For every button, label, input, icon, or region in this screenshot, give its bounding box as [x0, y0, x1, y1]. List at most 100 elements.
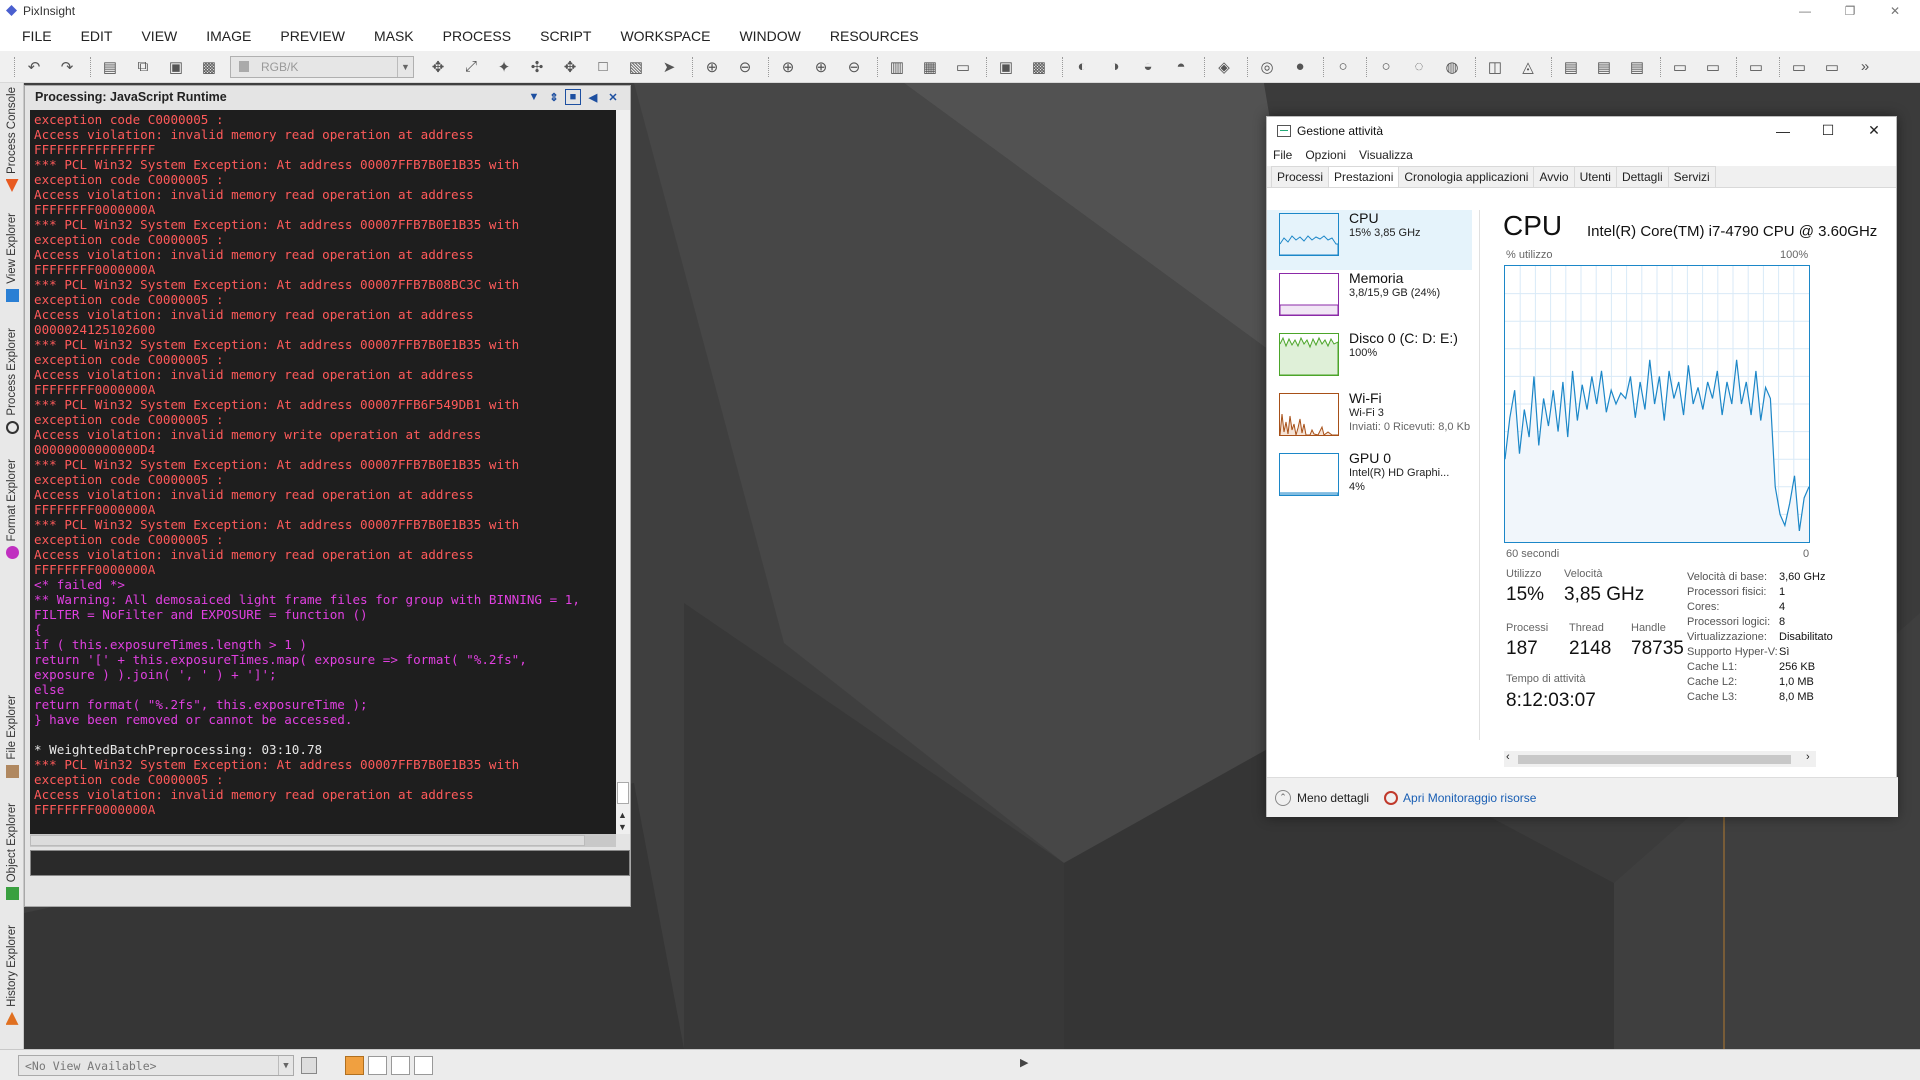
new-preview-icon[interactable]: □	[591, 55, 615, 79]
menu-file[interactable]: File	[1273, 148, 1292, 162]
fit-window-icon[interactable]: ▦	[918, 55, 942, 79]
pointer-icon[interactable]: ➤	[657, 55, 681, 79]
image-info-icon[interactable]: ▤	[98, 55, 122, 79]
menu-image[interactable]: IMAGE	[206, 28, 251, 44]
console-vertical-scrollbar[interactable]: ▲ ▼	[616, 110, 630, 834]
zoom-out-alt-icon[interactable]: ⊖	[842, 55, 866, 79]
edit-preview-icon[interactable]: ▧	[624, 55, 648, 79]
zoom-in-icon[interactable]: ⊕	[700, 55, 724, 79]
layout-icon-2[interactable]: ◬	[1516, 55, 1540, 79]
close-button[interactable]: ✕	[1851, 117, 1897, 144]
tab-object-explorer[interactable]: Object Explorer	[0, 803, 24, 901]
screen-icon-2[interactable]: ▭	[1744, 55, 1768, 79]
color-swatch-white-3[interactable]	[414, 1056, 433, 1075]
resource-cpu[interactable]: CPU 15% 3,85 GHz	[1267, 210, 1472, 270]
menu-options[interactable]: Opzioni	[1305, 148, 1346, 162]
tab-app-history[interactable]: Cronologia applicazioni	[1398, 166, 1535, 187]
process-icon-4[interactable]: ◓	[1169, 55, 1193, 79]
close-button[interactable]: ✕	[1880, 0, 1910, 21]
chevron-down-icon[interactable]: ▼	[526, 89, 542, 105]
resource-memory[interactable]: Memoria 3,8/15,9 GB (24%)	[1275, 270, 1485, 330]
color-space-select[interactable]: RGB/K ▼	[230, 55, 414, 78]
console-output[interactable]: exception code C0000005 : Access violatio…	[30, 110, 616, 834]
process-icon-9[interactable]: ○	[1374, 55, 1398, 79]
open-resource-monitor-link[interactable]: Apri Monitoraggio risorse	[1403, 791, 1536, 805]
screen-stf-icon[interactable]: ▭	[1701, 55, 1725, 79]
menu-process[interactable]: PROCESS	[443, 28, 511, 44]
tab-performance[interactable]: Prestazioni	[1328, 166, 1400, 187]
layout-icon-3[interactable]: ▤	[1559, 55, 1583, 79]
tab-format-explorer[interactable]: Format Explorer	[0, 459, 24, 560]
export-icon[interactable]: ▩	[197, 55, 221, 79]
scroll-up-icon[interactable]: ▲	[618, 810, 627, 820]
menu-workspace[interactable]: WORKSPACE	[620, 28, 710, 44]
resource-disk[interactable]: Disco 0 (C: D: E:) 100%	[1275, 330, 1485, 390]
restore-button[interactable]: ❐	[1835, 0, 1865, 21]
color-swatch-orange[interactable]	[345, 1056, 364, 1075]
menu-window[interactable]: WINDOW	[739, 28, 800, 44]
menu-resources[interactable]: RESOURCES	[830, 28, 919, 44]
minimize-button[interactable]: —	[1790, 0, 1820, 21]
tab-process-explorer[interactable]: Process Explorer	[0, 328, 24, 434]
tab-services[interactable]: Servizi	[1667, 166, 1716, 187]
view-list-icon[interactable]	[301, 1057, 317, 1074]
process-icon-6[interactable]: ◎	[1255, 55, 1279, 79]
scrollbar-thumb[interactable]	[1518, 755, 1791, 764]
menu-file[interactable]: FILE	[22, 28, 52, 44]
process-icon-11[interactable]: ◍	[1440, 55, 1464, 79]
menu-view[interactable]: Visualizza	[1359, 148, 1413, 162]
layout-icon-4[interactable]: ▤	[1592, 55, 1616, 79]
resource-wifi[interactable]: Wi-Fi Wi-Fi 3 Inviati: 0 Ricevuti: 8,0 K…	[1275, 390, 1485, 450]
readout-icon[interactable]: ✦	[492, 55, 516, 79]
move-icon[interactable]: ✥	[558, 55, 582, 79]
screen-icon[interactable]: ▭	[1668, 55, 1692, 79]
zoom-in-alt-icon[interactable]: ⊕	[809, 55, 833, 79]
tab-startup[interactable]: Avvio	[1533, 166, 1575, 187]
fewer-details-link[interactable]: Meno dettagli	[1297, 791, 1369, 805]
process-icon-1[interactable]: ◐	[1070, 55, 1094, 79]
mask-invert-icon[interactable]: ▩	[1027, 55, 1051, 79]
scroll-left-icon[interactable]: ‹	[1506, 751, 1510, 763]
tab-users[interactable]: Utenti	[1573, 166, 1617, 187]
console-command-input[interactable]	[30, 850, 630, 876]
tab-processes[interactable]: Processi	[1271, 166, 1330, 187]
pan-icon[interactable]: ✣	[525, 55, 549, 79]
view-selector[interactable]: <No View Available> ▼	[18, 1055, 294, 1076]
process-icon-10[interactable]: ◌	[1407, 55, 1431, 79]
tab-file-explorer[interactable]: File Explorer	[0, 695, 24, 778]
scroll-right-icon[interactable]: ›	[1806, 751, 1810, 763]
process-icon-2[interactable]: ◑	[1103, 55, 1127, 79]
window-icon[interactable]: ▭	[951, 55, 975, 79]
tab-history-explorer[interactable]: History Explorer	[0, 925, 24, 1025]
play-icon[interactable]: ▶	[1020, 1056, 1028, 1069]
chevron-up-icon[interactable]: ⌃	[1275, 789, 1291, 806]
mask-show-icon[interactable]: ▣	[994, 55, 1018, 79]
scrollbar-thumb[interactable]	[617, 782, 629, 804]
color-swatch-white-2[interactable]	[391, 1056, 410, 1075]
menu-view[interactable]: VIEW	[141, 28, 177, 44]
process-icon-7[interactable]: ●	[1288, 55, 1312, 79]
scroll-down-icon[interactable]: ▼	[618, 822, 627, 832]
duplicate-icon[interactable]: ⧉	[131, 55, 155, 79]
menu-script[interactable]: SCRIPT	[540, 28, 591, 44]
fit-view-icon[interactable]: ▥	[885, 55, 909, 79]
tab-process-console[interactable]: Process Console	[0, 87, 24, 192]
tab-details[interactable]: Dettagli	[1615, 166, 1669, 187]
process-icon-8[interactable]: ○	[1331, 55, 1355, 79]
process-icon-5[interactable]: ◈	[1212, 55, 1236, 79]
zoom-1-1-icon[interactable]: ⊕	[776, 55, 800, 79]
crosshair-icon[interactable]: ✥	[426, 55, 450, 79]
zoom-fit-icon[interactable]: ⤢	[459, 55, 483, 79]
save-icon[interactable]: ▣	[164, 55, 188, 79]
maximize-button[interactable]: ☐	[1805, 117, 1851, 144]
screen-icon-4[interactable]: ▭	[1820, 55, 1844, 79]
float-icon[interactable]: ⇕	[546, 89, 562, 105]
menu-mask[interactable]: MASK	[374, 28, 414, 44]
color-swatch-white-1[interactable]	[368, 1056, 387, 1075]
layout-icon-5[interactable]: ▤	[1625, 55, 1649, 79]
minimize-button[interactable]: —	[1760, 117, 1806, 144]
maximize-icon[interactable]: ■	[565, 89, 581, 105]
console-horizontal-scrollbar[interactable]	[30, 834, 616, 847]
toolbar-overflow-icon[interactable]: »	[1853, 55, 1877, 79]
details-horizontal-scrollbar[interactable]: ‹ ›	[1504, 751, 1816, 767]
